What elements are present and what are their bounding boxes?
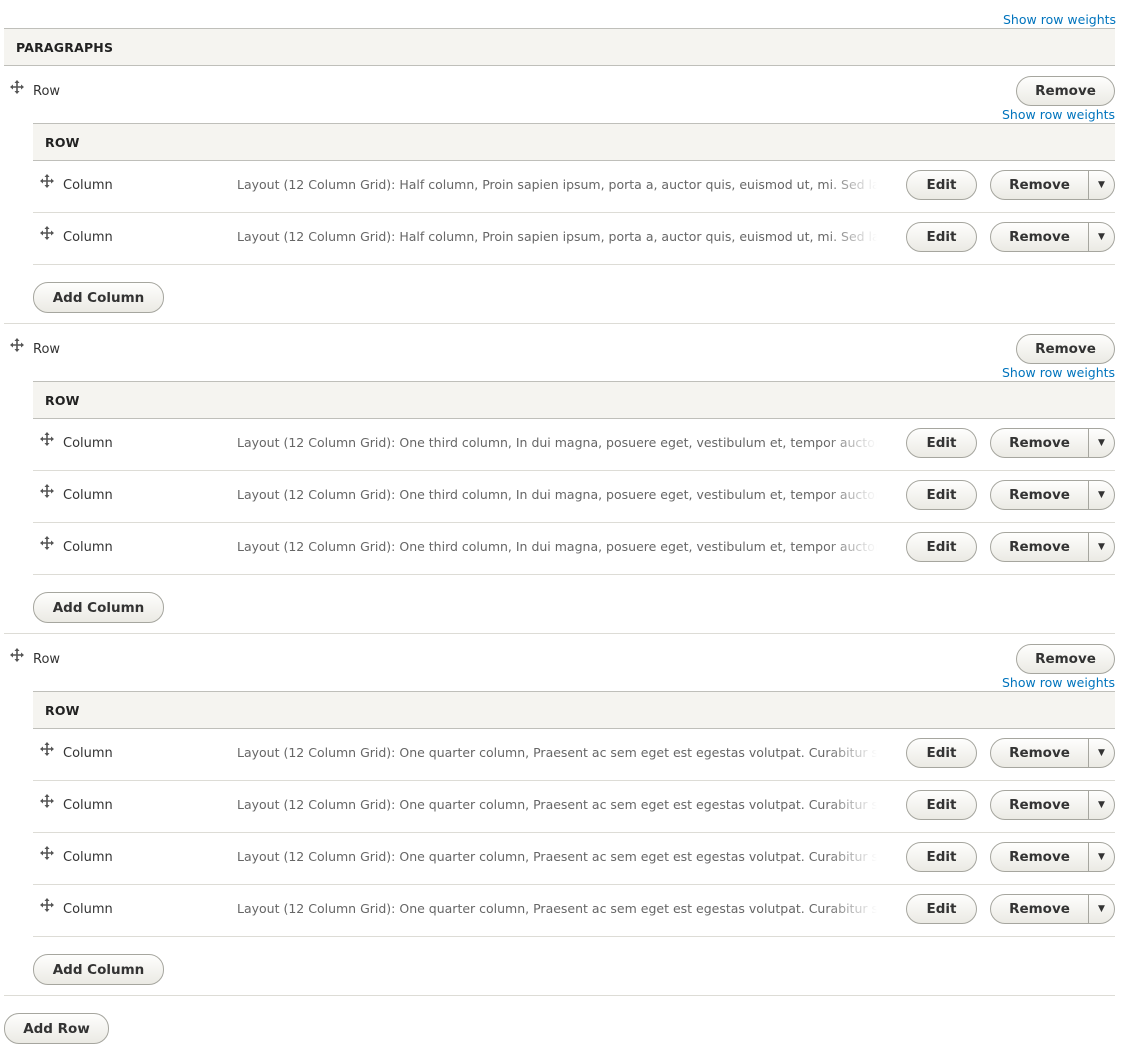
remove-column-button[interactable]: Remove: [991, 223, 1089, 251]
remove-column-button[interactable]: Remove: [991, 791, 1089, 819]
edit-column-button[interactable]: Edit: [906, 428, 977, 458]
column-label: Column: [63, 540, 113, 555]
edit-column-button[interactable]: Edit: [906, 170, 977, 200]
chevron-down-icon[interactable]: ▼: [1089, 171, 1114, 199]
remove-row-button[interactable]: Remove: [1016, 644, 1115, 674]
chevron-down-icon[interactable]: ▼: [1089, 429, 1114, 457]
chevron-down-icon[interactable]: ▼: [1089, 739, 1114, 767]
row-divider: [4, 323, 1115, 324]
drag-handle-icon[interactable]: [40, 484, 54, 498]
remove-column-split-button[interactable]: Remove ▼: [990, 222, 1115, 252]
column-label: Column: [63, 746, 113, 761]
column-summary: Layout (12 Column Grid): One quarter col…: [237, 797, 877, 812]
chevron-down-icon[interactable]: ▼: [1089, 533, 1114, 561]
column-divider: [33, 264, 1115, 265]
remove-column-button[interactable]: Remove: [991, 533, 1089, 561]
row-label: Row: [33, 84, 61, 99]
column-summary: Layout (12 Column Grid): Half column, Pr…: [237, 177, 877, 192]
chevron-down-icon[interactable]: ▼: [1089, 481, 1114, 509]
column-divider: [33, 212, 1115, 213]
remove-column-split-button[interactable]: Remove ▼: [990, 790, 1115, 820]
row-header: ROW: [33, 381, 1115, 419]
remove-column-split-button[interactable]: Remove ▼: [990, 894, 1115, 924]
chevron-down-icon[interactable]: ▼: [1089, 843, 1114, 871]
drag-handle-icon[interactable]: [40, 846, 54, 860]
row-header: ROW: [33, 123, 1115, 161]
drag-handle-icon[interactable]: [10, 648, 24, 662]
drag-handle-icon[interactable]: [40, 742, 54, 756]
row-label: Row: [33, 342, 61, 357]
drag-handle-icon[interactable]: [40, 174, 54, 188]
column-divider: [33, 574, 1115, 575]
column-divider: [33, 522, 1115, 523]
row-divider: [4, 633, 1115, 634]
row-label: Row: [33, 652, 61, 667]
edit-column-button[interactable]: Edit: [906, 222, 977, 252]
column-divider: [33, 936, 1115, 937]
column-label: Column: [63, 798, 113, 813]
column-summary: Layout (12 Column Grid): One quarter col…: [237, 745, 877, 760]
remove-column-split-button[interactable]: Remove ▼: [990, 170, 1115, 200]
remove-column-split-button[interactable]: Remove ▼: [990, 842, 1115, 872]
add-column-button[interactable]: Add Column: [33, 592, 164, 623]
remove-column-button[interactable]: Remove: [991, 429, 1089, 457]
drag-handle-icon[interactable]: [40, 898, 54, 912]
edit-column-button[interactable]: Edit: [906, 790, 977, 820]
add-column-button[interactable]: Add Column: [33, 954, 164, 985]
remove-column-split-button[interactable]: Remove ▼: [990, 738, 1115, 768]
remove-column-button[interactable]: Remove: [991, 739, 1089, 767]
show-row-weights-link[interactable]: Show row weights: [1002, 365, 1115, 380]
edit-column-button[interactable]: Edit: [906, 532, 977, 562]
drag-handle-icon[interactable]: [10, 80, 24, 94]
column-summary: Layout (12 Column Grid): One quarter col…: [237, 849, 877, 864]
column-label: Column: [63, 230, 113, 245]
column-summary: Layout (12 Column Grid): One quarter col…: [237, 901, 877, 916]
column-label: Column: [63, 178, 113, 193]
column-label: Column: [63, 902, 113, 917]
add-column-button[interactable]: Add Column: [33, 282, 164, 313]
edit-column-button[interactable]: Edit: [906, 738, 977, 768]
column-divider: [33, 884, 1115, 885]
remove-column-button[interactable]: Remove: [991, 481, 1089, 509]
show-row-weights-link[interactable]: Show row weights: [1002, 675, 1115, 690]
edit-column-button[interactable]: Edit: [906, 842, 977, 872]
column-divider: [33, 780, 1115, 781]
column-summary: Layout (12 Column Grid): One third colum…: [237, 487, 877, 502]
remove-column-split-button[interactable]: Remove ▼: [990, 480, 1115, 510]
edit-column-button[interactable]: Edit: [906, 480, 977, 510]
chevron-down-icon[interactable]: ▼: [1089, 223, 1114, 251]
remove-column-button[interactable]: Remove: [991, 171, 1089, 199]
show-row-weights-link[interactable]: Show row weights: [1003, 12, 1116, 27]
drag-handle-icon[interactable]: [10, 338, 24, 352]
chevron-down-icon[interactable]: ▼: [1089, 791, 1114, 819]
column-label: Column: [63, 850, 113, 865]
drag-handle-icon[interactable]: [40, 432, 54, 446]
column-label: Column: [63, 436, 113, 451]
remove-row-button[interactable]: Remove: [1016, 76, 1115, 106]
column-summary: Layout (12 Column Grid): One third colum…: [237, 539, 877, 554]
column-divider: [33, 470, 1115, 471]
column-divider: [33, 832, 1115, 833]
remove-column-split-button[interactable]: Remove ▼: [990, 532, 1115, 562]
remove-column-split-button[interactable]: Remove ▼: [990, 428, 1115, 458]
drag-handle-icon[interactable]: [40, 536, 54, 550]
drag-handle-icon[interactable]: [40, 226, 54, 240]
remove-column-button[interactable]: Remove: [991, 843, 1089, 871]
row-divider: [4, 995, 1115, 996]
chevron-down-icon[interactable]: ▼: [1089, 895, 1114, 923]
show-row-weights-link[interactable]: Show row weights: [1002, 107, 1115, 122]
remove-row-button[interactable]: Remove: [1016, 334, 1115, 364]
column-label: Column: [63, 488, 113, 503]
row-header: ROW: [33, 691, 1115, 729]
section-header: PARAGRAPHS: [4, 28, 1115, 66]
column-summary: Layout (12 Column Grid): Half column, Pr…: [237, 229, 877, 244]
drag-handle-icon[interactable]: [40, 794, 54, 808]
edit-column-button[interactable]: Edit: [906, 894, 977, 924]
column-summary: Layout (12 Column Grid): One third colum…: [237, 435, 877, 450]
remove-column-button[interactable]: Remove: [991, 895, 1089, 923]
add-row-button[interactable]: Add Row: [4, 1013, 109, 1044]
